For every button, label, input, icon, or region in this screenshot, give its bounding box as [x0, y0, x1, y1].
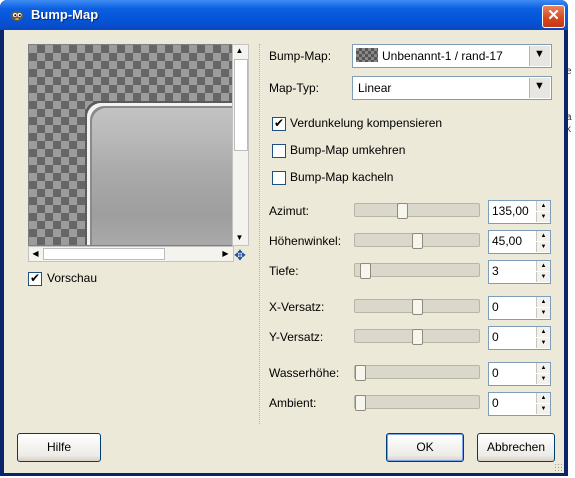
scroll-down-icon[interactable]: ▼ — [233, 233, 246, 243]
slider-handle[interactable] — [412, 329, 423, 345]
bump-map-dialog: Bump-Map ✕ ▲ ▼ ◀ ▶ ✥ ✔ Vorschau Bump-Map… — [0, 0, 568, 476]
checkmark-icon: ✔ — [274, 116, 285, 130]
spin-down-icon[interactable]: ▼ — [536, 404, 550, 414]
azimuth-slider[interactable] — [354, 203, 480, 219]
title-bar[interactable]: Bump-Map ✕ — [0, 0, 568, 30]
dropdown-button[interactable]: ▼ — [529, 78, 550, 98]
spin-down-icon[interactable]: ▼ — [536, 242, 550, 252]
x-offset-slider[interactable] — [354, 299, 480, 315]
spin-up-icon[interactable]: ▲ — [536, 231, 550, 241]
invert-bumpmap-checkbox[interactable] — [272, 144, 286, 158]
compensate-darkening-checkbox[interactable]: ✔ — [272, 116, 286, 131]
spin-down-icon[interactable]: ▼ — [536, 212, 550, 222]
slider-handle[interactable] — [412, 233, 423, 249]
azimuth-spinbox[interactable]: ▲▼ — [488, 200, 551, 224]
waterlevel-input[interactable] — [492, 365, 532, 381]
azimuth-label: Azimut: — [269, 204, 310, 218]
azimuth-input[interactable] — [492, 203, 532, 219]
pane-divider[interactable] — [259, 44, 261, 424]
spin-down-icon[interactable]: ▼ — [536, 308, 550, 318]
ambient-slider[interactable] — [354, 395, 480, 411]
bump-map-label: Bump-Map: — [269, 49, 332, 63]
slider-handle[interactable] — [360, 263, 371, 279]
slider-handle[interactable] — [412, 299, 423, 315]
scroll-left-icon[interactable]: ◀ — [29, 249, 42, 259]
waterlevel-slider[interactable] — [354, 365, 480, 381]
map-type-select[interactable]: Linear ▼ — [352, 76, 552, 100]
elevation-label: Höhenwinkel: — [269, 234, 342, 248]
bump-map-value: Unbenannt-1 / rand-17 — [382, 49, 503, 63]
spin-up-icon[interactable]: ▲ — [536, 327, 550, 337]
x-offset-label: X-Versatz: — [269, 300, 325, 314]
waterlevel-label: Wasserhöhe: — [269, 366, 340, 380]
spin-up-icon[interactable]: ▲ — [536, 393, 550, 403]
depth-slider[interactable] — [354, 263, 480, 279]
scrollbar-thumb[interactable] — [43, 248, 165, 260]
ambient-label: Ambient: — [269, 396, 317, 410]
bump-preview-image — [87, 103, 233, 245]
preview-checkbox[interactable]: ✔ — [28, 271, 42, 286]
ok-button[interactable]: OK — [386, 433, 464, 462]
y-offset-spinbox[interactable]: ▲▼ — [488, 326, 551, 350]
scroll-right-icon[interactable]: ▶ — [219, 249, 232, 259]
y-offset-slider[interactable] — [354, 329, 480, 345]
y-offset-label: Y-Versatz: — [269, 330, 324, 344]
scrollbar-thumb[interactable] — [234, 59, 248, 151]
checkmark-icon: ✔ — [30, 271, 41, 285]
map-type-label: Map-Typ: — [269, 81, 320, 95]
elevation-spinbox[interactable]: ▲▼ — [488, 230, 551, 254]
spin-up-icon[interactable]: ▲ — [536, 297, 550, 307]
invert-bumpmap-label: Bump-Map umkehren — [290, 143, 406, 157]
elevation-input[interactable] — [492, 233, 532, 249]
ambient-input[interactable] — [492, 395, 532, 411]
ambient-spinbox[interactable]: ▲▼ — [488, 392, 551, 416]
spin-up-icon[interactable]: ▲ — [536, 261, 550, 271]
preview-label: Vorschau — [47, 271, 98, 285]
slider-handle[interactable] — [355, 365, 366, 381]
tile-bumpmap-label: Bump-Map kacheln — [290, 170, 394, 184]
preview-canvas[interactable] — [28, 44, 234, 246]
depth-label: Tiefe: — [269, 264, 299, 278]
elevation-slider[interactable] — [354, 233, 480, 249]
bump-map-select[interactable]: Unbenannt-1 / rand-17 ▼ — [352, 44, 552, 68]
help-button[interactable]: Hilfe — [17, 433, 101, 462]
spin-down-icon[interactable]: ▼ — [536, 272, 550, 282]
cancel-button[interactable]: Abbrechen — [477, 433, 555, 462]
depth-input[interactable] — [492, 263, 532, 279]
compensate-darkening-label: Verdunkelung kompensieren — [290, 116, 443, 130]
preview-horizontal-scrollbar[interactable]: ◀ ▶ — [28, 246, 234, 262]
scroll-up-icon[interactable]: ▲ — [233, 46, 246, 56]
slider-handle[interactable] — [397, 203, 408, 219]
close-button[interactable]: ✕ — [542, 5, 565, 28]
dialog-body: ▲ ▼ ◀ ▶ ✥ ✔ Vorschau Bump-Map: Unbenannt… — [4, 30, 564, 473]
spin-up-icon[interactable]: ▲ — [536, 363, 550, 373]
waterlevel-spinbox[interactable]: ▲▼ — [488, 362, 551, 386]
spin-down-icon[interactable]: ▼ — [536, 338, 550, 348]
x-offset-input[interactable] — [492, 299, 532, 315]
spin-up-icon[interactable]: ▲ — [536, 201, 550, 211]
close-icon: ✕ — [547, 7, 560, 24]
tile-bumpmap-checkbox[interactable] — [272, 171, 286, 185]
depth-spinbox[interactable]: ▲▼ — [488, 260, 551, 284]
x-offset-spinbox[interactable]: ▲▼ — [488, 296, 551, 320]
chevron-down-icon: ▼ — [534, 48, 545, 60]
spin-down-icon[interactable]: ▼ — [536, 374, 550, 384]
y-offset-input[interactable] — [492, 329, 532, 345]
window-title: Bump-Map — [31, 7, 99, 22]
map-type-value: Linear — [358, 81, 392, 95]
chevron-down-icon: ▼ — [534, 80, 545, 92]
resize-grip[interactable] — [554, 463, 564, 473]
slider-handle[interactable] — [355, 395, 366, 411]
dropdown-button[interactable]: ▼ — [529, 46, 550, 66]
navigate-icon[interactable]: ✥ — [233, 248, 247, 262]
preview-vertical-scrollbar[interactable]: ▲ ▼ — [232, 44, 249, 246]
bump-map-thumbnail — [356, 48, 378, 62]
gimp-icon — [11, 11, 23, 21]
